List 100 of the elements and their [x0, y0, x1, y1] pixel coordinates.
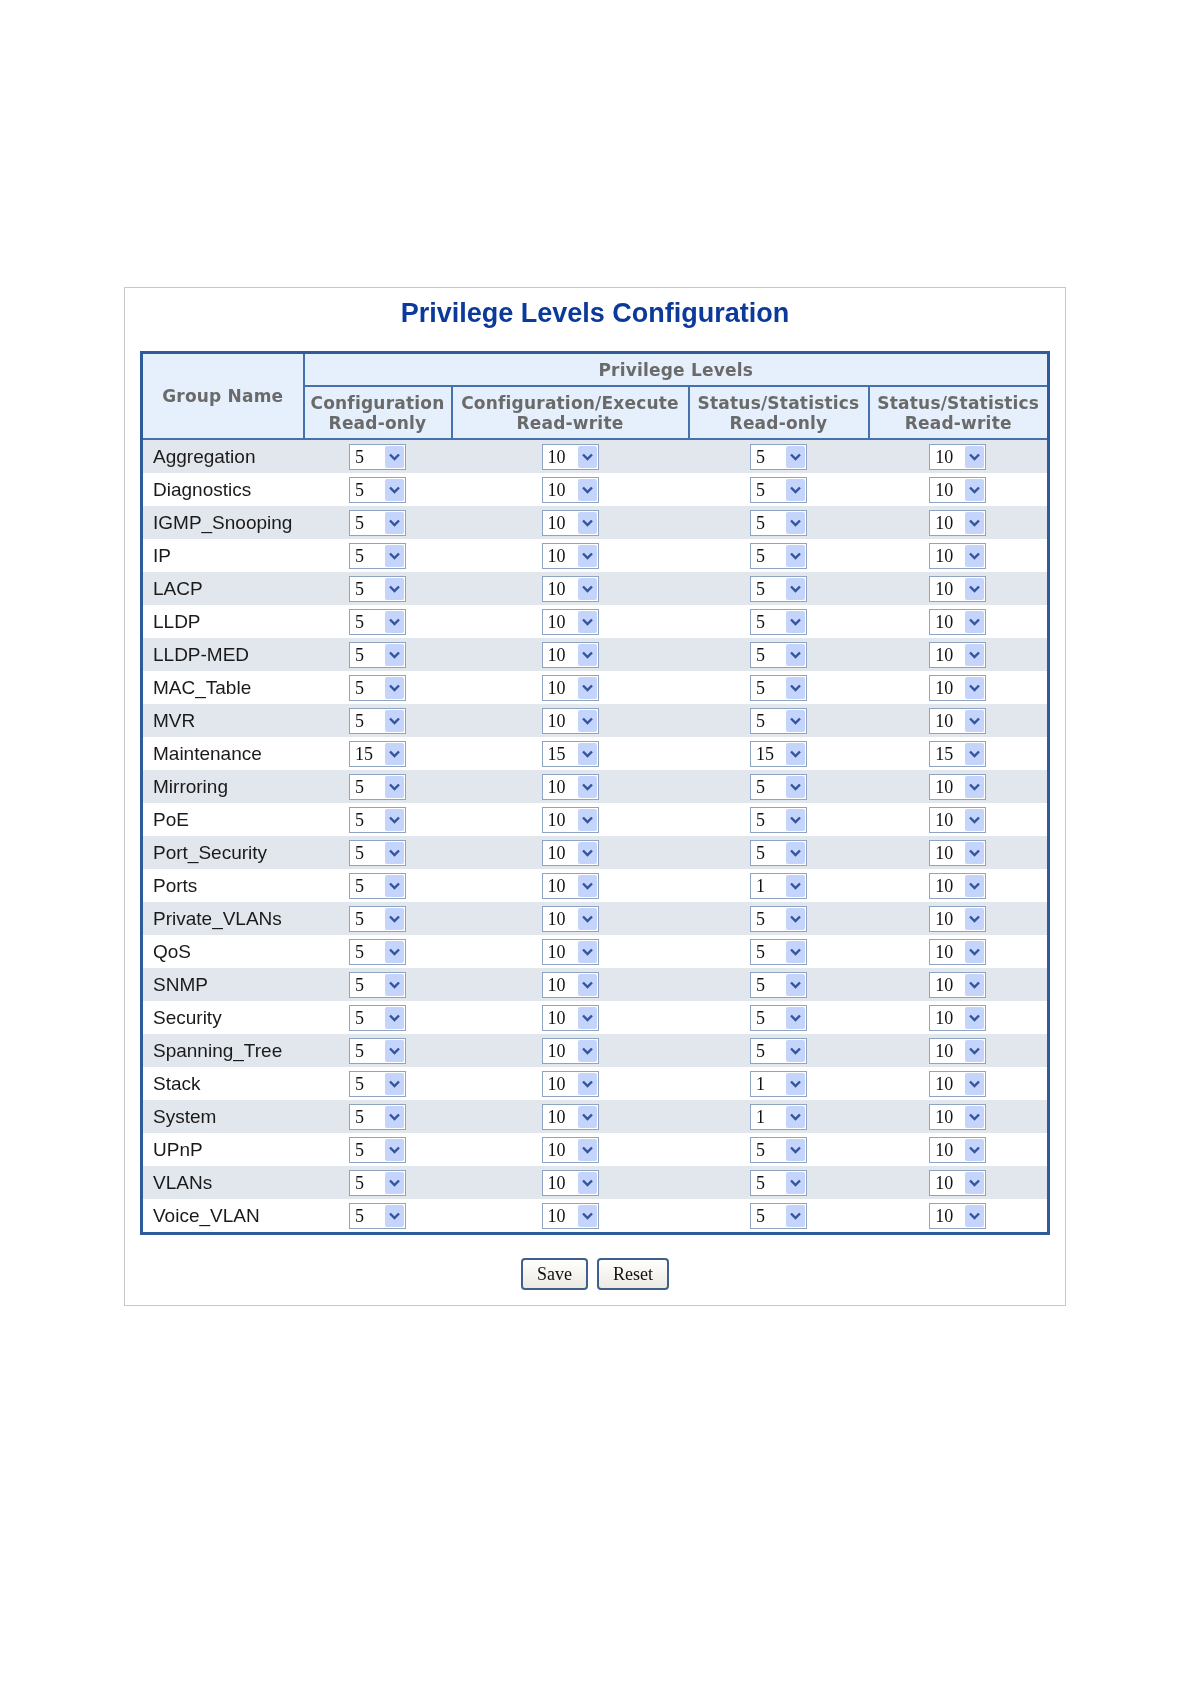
level-dropdown[interactable]: 5 — [349, 971, 406, 998]
level-dropdown[interactable]: 10 — [541, 872, 599, 899]
level-dropdown[interactable]: 10 — [541, 509, 599, 536]
level-dropdown[interactable]: 5 — [349, 806, 406, 833]
level-dropdown[interactable]: 10 — [929, 542, 987, 569]
level-dropdown[interactable]: 15 — [929, 740, 987, 767]
level-dropdown[interactable]: 5 — [750, 476, 807, 503]
level-dropdown[interactable]: 10 — [929, 707, 987, 734]
level-dropdown[interactable]: 10 — [929, 839, 987, 866]
level-dropdown[interactable]: 10 — [541, 1004, 599, 1031]
save-button[interactable]: Save — [521, 1258, 588, 1290]
level-dropdown[interactable]: 5 — [349, 542, 406, 569]
level-dropdown[interactable]: 10 — [541, 707, 599, 734]
level-dropdown[interactable]: 10 — [929, 1070, 987, 1097]
level-dropdown[interactable]: 5 — [349, 1202, 406, 1229]
level-dropdown[interactable]: 10 — [929, 443, 987, 470]
level-dropdown[interactable]: 5 — [349, 1037, 406, 1064]
level-dropdown[interactable]: 10 — [929, 1202, 987, 1229]
level-dropdown[interactable]: 5 — [349, 674, 406, 701]
level-dropdown[interactable]: 10 — [541, 905, 599, 932]
level-dropdown[interactable]: 10 — [541, 971, 599, 998]
level-dropdown[interactable]: 5 — [750, 1169, 807, 1196]
level-dropdown[interactable]: 10 — [541, 1136, 599, 1163]
level-dropdown[interactable]: 10 — [541, 1202, 599, 1229]
level-dropdown[interactable]: 5 — [750, 509, 807, 536]
level-dropdown[interactable]: 10 — [541, 641, 599, 668]
level-dropdown[interactable]: 10 — [929, 476, 987, 503]
level-dropdown[interactable]: 5 — [750, 773, 807, 800]
level-dropdown[interactable]: 10 — [929, 773, 987, 800]
level-dropdown[interactable]: 5 — [750, 641, 807, 668]
level-dropdown[interactable]: 15 — [349, 740, 406, 767]
level-dropdown[interactable]: 10 — [929, 971, 987, 998]
level-dropdown[interactable]: 5 — [349, 839, 406, 866]
level-dropdown[interactable]: 5 — [349, 1136, 406, 1163]
level-dropdown[interactable]: 1 — [750, 872, 807, 899]
level-dropdown[interactable]: 15 — [750, 740, 807, 767]
level-dropdown[interactable]: 10 — [929, 905, 987, 932]
level-dropdown[interactable]: 10 — [929, 1103, 987, 1130]
level-dropdown[interactable]: 10 — [541, 608, 599, 635]
level-dropdown[interactable]: 5 — [750, 608, 807, 635]
level-dropdown[interactable]: 10 — [929, 674, 987, 701]
level-dropdown[interactable]: 5 — [349, 509, 406, 536]
level-dropdown[interactable]: 5 — [750, 1037, 807, 1064]
level-dropdown[interactable]: 10 — [541, 542, 599, 569]
level-dropdown[interactable]: 10 — [929, 1169, 987, 1196]
level-dropdown[interactable]: 5 — [349, 1103, 406, 1130]
level-dropdown[interactable]: 15 — [541, 740, 599, 767]
chevron-down-icon — [577, 610, 597, 633]
level-dropdown[interactable]: 10 — [929, 938, 987, 965]
level-dropdown[interactable]: 5 — [750, 707, 807, 734]
level-dropdown[interactable]: 5 — [750, 938, 807, 965]
level-dropdown[interactable]: 10 — [929, 1037, 987, 1064]
level-dropdown[interactable]: 10 — [929, 575, 987, 602]
level-dropdown[interactable]: 10 — [929, 509, 987, 536]
level-dropdown[interactable]: 5 — [750, 806, 807, 833]
level-dropdown[interactable]: 10 — [541, 773, 599, 800]
level-dropdown[interactable]: 5 — [750, 971, 807, 998]
chevron-down-icon — [786, 1138, 805, 1161]
level-dropdown[interactable]: 10 — [541, 443, 599, 470]
level-dropdown[interactable]: 10 — [541, 1103, 599, 1130]
level-dropdown[interactable]: 10 — [541, 476, 599, 503]
level-dropdown[interactable]: 5 — [750, 542, 807, 569]
level-dropdown[interactable]: 5 — [349, 773, 406, 800]
level-dropdown[interactable]: 5 — [349, 938, 406, 965]
level-dropdown[interactable]: 5 — [750, 674, 807, 701]
level-dropdown[interactable]: 5 — [750, 575, 807, 602]
reset-button[interactable]: Reset — [597, 1258, 669, 1290]
level-dropdown[interactable]: 10 — [541, 575, 599, 602]
level-dropdown[interactable]: 5 — [349, 1169, 406, 1196]
level-dropdown[interactable]: 5 — [349, 608, 406, 635]
level-dropdown[interactable]: 10 — [929, 806, 987, 833]
level-dropdown[interactable]: 10 — [541, 1037, 599, 1064]
level-dropdown[interactable]: 5 — [349, 1004, 406, 1031]
level-dropdown[interactable]: 10 — [929, 872, 987, 899]
level-dropdown[interactable]: 1 — [750, 1103, 807, 1130]
level-dropdown[interactable]: 5 — [349, 476, 406, 503]
level-dropdown[interactable]: 5 — [349, 443, 406, 470]
level-dropdown[interactable]: 5 — [750, 905, 807, 932]
level-dropdown[interactable]: 5 — [349, 641, 406, 668]
level-dropdown[interactable]: 5 — [750, 1004, 807, 1031]
level-dropdown[interactable]: 10 — [541, 674, 599, 701]
level-dropdown[interactable]: 10 — [929, 641, 987, 668]
level-dropdown[interactable]: 5 — [349, 575, 406, 602]
level-dropdown[interactable]: 5 — [750, 443, 807, 470]
level-dropdown[interactable]: 5 — [750, 839, 807, 866]
level-dropdown[interactable]: 5 — [349, 707, 406, 734]
level-dropdown[interactable]: 10 — [541, 839, 599, 866]
level-dropdown[interactable]: 5 — [349, 905, 406, 932]
level-dropdown[interactable]: 10 — [541, 1169, 599, 1196]
level-dropdown[interactable]: 10 — [929, 1004, 987, 1031]
level-dropdown[interactable]: 10 — [541, 938, 599, 965]
level-dropdown[interactable]: 5 — [750, 1202, 807, 1229]
level-dropdown[interactable]: 10 — [541, 1070, 599, 1097]
level-dropdown[interactable]: 5 — [750, 1136, 807, 1163]
level-dropdown[interactable]: 1 — [750, 1070, 807, 1097]
level-dropdown[interactable]: 10 — [929, 608, 987, 635]
level-dropdown[interactable]: 5 — [349, 872, 406, 899]
level-dropdown[interactable]: 10 — [929, 1136, 987, 1163]
level-dropdown[interactable]: 10 — [541, 806, 599, 833]
level-dropdown[interactable]: 5 — [349, 1070, 406, 1097]
